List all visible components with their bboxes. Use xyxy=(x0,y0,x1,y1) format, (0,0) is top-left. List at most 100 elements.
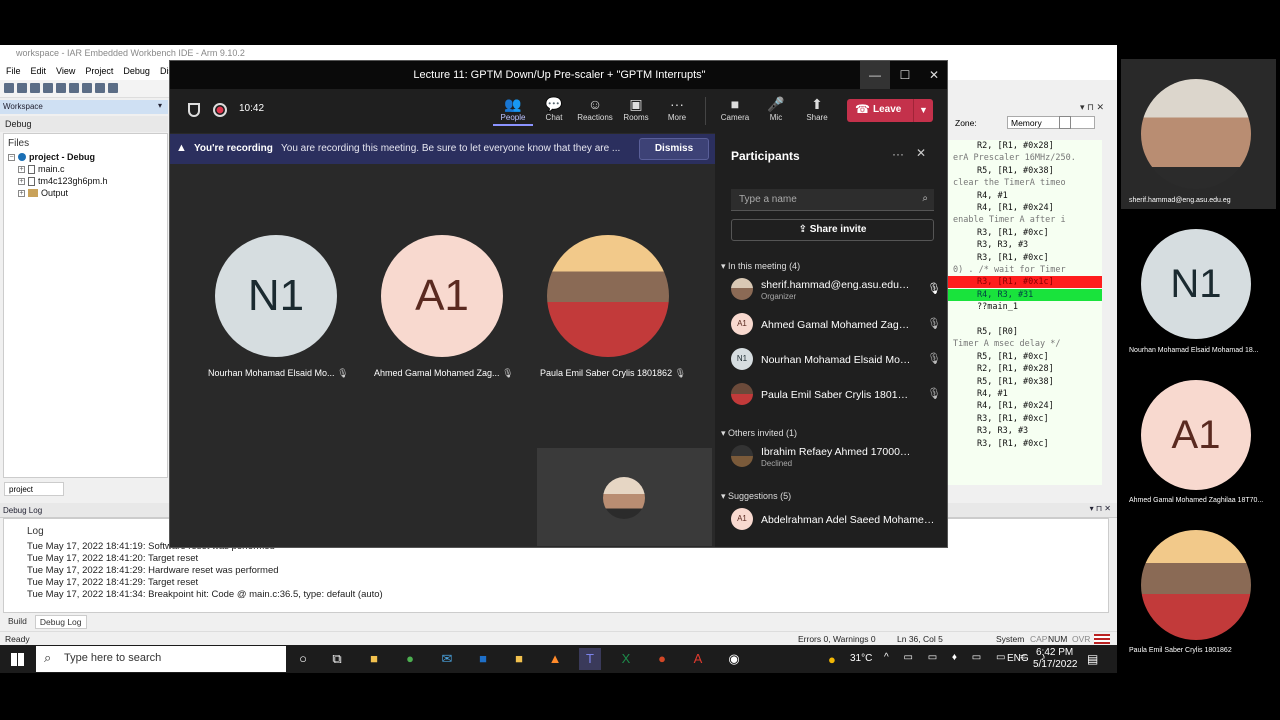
print-icon[interactable] xyxy=(56,83,66,93)
search-input[interactable]: Type a name ⌕ xyxy=(731,189,934,211)
cut-icon[interactable] xyxy=(69,83,79,93)
app-icon[interactable]: ◉ xyxy=(723,648,745,670)
teams-icon[interactable]: T xyxy=(579,648,601,670)
tab-build[interactable]: Build xyxy=(4,615,31,629)
tab-debug-log[interactable]: Debug Log xyxy=(34,615,87,629)
section-in-meeting[interactable]: ▾ In this meeting (4) xyxy=(721,261,800,272)
share-invite-button[interactable]: ⇪ Share invite xyxy=(731,219,934,241)
section-others-invited[interactable]: ▾ Others invited (1) xyxy=(721,428,797,439)
avatar xyxy=(603,477,645,519)
panel-close-icon[interactable]: ▾ ⊓ ✕ xyxy=(1090,504,1111,513)
gallery-tile[interactable]: N1 Nourhan Mohamad Elsaid Mohamad 18... xyxy=(1121,225,1276,375)
outlook-icon[interactable]: ■ xyxy=(472,648,494,670)
paste-icon[interactable] xyxy=(95,83,105,93)
code-line: R5, [R1, #0x38] xyxy=(977,165,1054,176)
reactions-button[interactable]: ☺ Reactions xyxy=(575,95,615,122)
gallery-tile[interactable]: A1 Ahmed Gamal Mohamed Zaghilaa 18T70... xyxy=(1121,377,1276,527)
camera-button[interactable]: ■ Camera xyxy=(715,95,755,122)
more-options-icon[interactable]: ··· xyxy=(892,147,904,161)
new-file-icon[interactable] xyxy=(4,83,14,93)
notifications-icon[interactable]: ▤ xyxy=(1087,652,1098,666)
collapse-icon[interactable]: − xyxy=(8,153,15,161)
maximize-icon[interactable]: ☐ xyxy=(890,61,920,89)
undo-icon[interactable] xyxy=(108,83,118,93)
mic-label: Mic xyxy=(769,113,783,122)
temperature[interactable]: 31°C xyxy=(850,653,872,664)
save-all-icon[interactable] xyxy=(43,83,53,93)
workspace-config[interactable]: Debug xyxy=(0,116,168,132)
warning-icon: ▲ xyxy=(176,142,187,154)
chevron-down-icon[interactable]: ▼ xyxy=(913,99,933,122)
chat-button[interactable]: 💬 Chat xyxy=(534,95,574,122)
participant-row[interactable]: A1 Abdelrahman Adel Saeed Mohamed... xyxy=(731,504,941,534)
acrobat-icon[interactable]: A xyxy=(687,648,709,670)
tree-file-main[interactable]: + main.c xyxy=(4,163,167,175)
tree-project[interactable]: − project - Debug xyxy=(4,151,167,163)
more-button[interactable]: ··· More xyxy=(657,95,697,122)
mic-button[interactable]: 🎤 Mic xyxy=(756,95,796,122)
menu-edit[interactable]: Edit xyxy=(31,66,47,80)
close-icon[interactable]: ✕ xyxy=(916,146,926,160)
expand-icon[interactable]: + xyxy=(18,177,25,185)
expand-icon[interactable]: + xyxy=(18,165,25,173)
disassembly-view[interactable]: R2, [R1, #0x28] erA Prescaler 16MHz/250. R… xyxy=(947,140,1102,485)
gallery-tile[interactable]: Paula Emil Saber Crylis 1801862 xyxy=(1121,527,1276,677)
video-tile[interactable]: N1 xyxy=(215,235,337,357)
rooms-button[interactable]: ▣ Rooms xyxy=(616,95,656,122)
chrome-icon[interactable]: ● xyxy=(399,648,421,670)
clock-date[interactable]: 5/17/2022 xyxy=(1033,659,1078,670)
memory-icon[interactable] xyxy=(1059,116,1071,129)
task-view-icon[interactable]: ⧉ xyxy=(326,648,348,670)
expand-icon[interactable]: + xyxy=(18,189,25,197)
language-indicator[interactable]: ENG xyxy=(1007,653,1029,664)
dismiss-button[interactable]: Dismiss xyxy=(639,138,709,160)
chevron-down-icon[interactable]: ▾ xyxy=(158,101,162,110)
menu-debug[interactable]: Debug xyxy=(123,66,150,80)
participant-name: Ahmed Gamal Mohamed Zaghil... xyxy=(761,319,911,331)
open-icon[interactable] xyxy=(17,83,27,93)
minimize-icon[interactable]: — xyxy=(860,61,890,89)
taskbar-search-input[interactable]: ⌕ Type here to search xyxy=(36,646,286,672)
mic-off-icon: 🎙 xyxy=(927,388,941,400)
mic-off-icon: 🎙 xyxy=(502,368,514,378)
menu-file[interactable]: File xyxy=(6,66,21,80)
panel-pin-icon[interactable]: ▾ ⊓ ✕ xyxy=(1080,102,1104,113)
people-button[interactable]: 👥 People xyxy=(493,95,533,126)
video-tile[interactable]: A1 xyxy=(381,235,503,357)
copy-icon[interactable] xyxy=(82,83,92,93)
participant-row[interactable]: Ibrahim Refaey Ahmed 1700014 Declined xyxy=(731,441,941,471)
menu-project[interactable]: Project xyxy=(85,66,113,80)
matlab-icon[interactable]: ▲ xyxy=(544,648,566,670)
menu-view[interactable]: View xyxy=(56,66,75,80)
debug-log-title: Debug Log xyxy=(3,506,43,515)
close-icon[interactable]: ✕ xyxy=(919,61,947,89)
self-view[interactable] xyxy=(537,448,712,546)
powerpoint-icon[interactable]: ● xyxy=(651,648,673,670)
excel-icon[interactable]: X xyxy=(615,648,637,670)
notes-icon[interactable]: ■ xyxy=(508,648,530,670)
zone-select[interactable]: Memory xyxy=(1007,116,1095,129)
tree-file-header[interactable]: + tm4c123gh6pm.h xyxy=(4,175,167,187)
project-tab[interactable]: project xyxy=(4,482,64,496)
mic-off-icon: 🎙 xyxy=(927,353,941,365)
weather-icon[interactable]: ● xyxy=(828,652,836,667)
cortana-icon[interactable]: ○ xyxy=(292,648,314,670)
windows-start-icon[interactable] xyxy=(11,653,24,666)
section-suggestions[interactable]: ▾ Suggestions (5) xyxy=(721,491,791,502)
clock-time[interactable]: 6:42 PM xyxy=(1036,647,1073,658)
participant-row[interactable]: sherif.hammad@eng.asu.edu.eg Organizer 🎙 xyxy=(731,274,941,304)
participant-row[interactable]: Paula Emil Saber Crylis 1801862 🎙 xyxy=(731,379,941,409)
file-explorer-icon[interactable]: ■ xyxy=(363,648,385,670)
participant-row[interactable]: A1 Ahmed Gamal Mohamed Zaghil... 🎙 xyxy=(731,309,941,339)
video-tile[interactable] xyxy=(547,235,669,357)
code-line: Timer A msec delay */ xyxy=(953,339,1061,350)
meeting-title: Lecture 11: GPTM Down/Up Pre-scaler + "G… xyxy=(170,61,947,89)
participant-row[interactable]: N1 Nourhan Mohamad Elsaid Moha... 🎙 xyxy=(731,344,941,374)
mail-icon[interactable]: ✉ xyxy=(436,648,458,670)
share-button[interactable]: ⬆ Share xyxy=(797,95,837,122)
tree-folder-output[interactable]: + Output xyxy=(4,187,167,199)
code-line: R2, [R1, #0x28] xyxy=(977,364,1054,375)
save-icon[interactable] xyxy=(30,83,40,93)
gallery-tile[interactable]: sherif.hammad@eng.asu.edu.eg xyxy=(1121,59,1276,209)
leave-button[interactable]: ☎ Leave ▼ xyxy=(847,99,933,122)
